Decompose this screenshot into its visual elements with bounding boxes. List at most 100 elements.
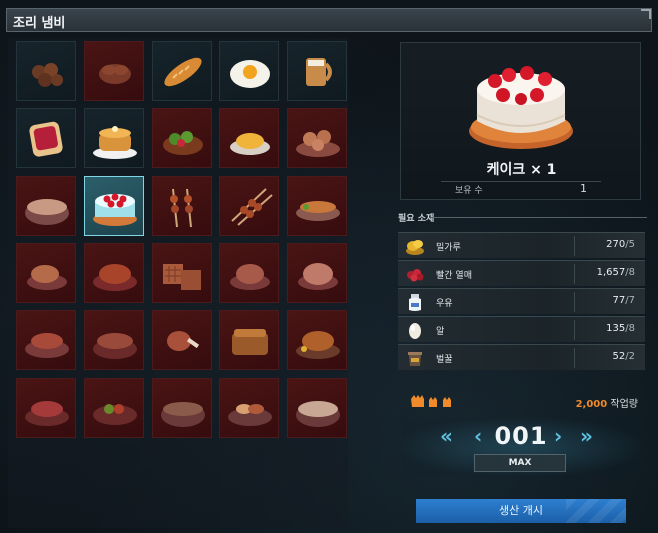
start-production-label: 생산 개시	[499, 504, 543, 517]
divider	[574, 348, 575, 368]
meat-plate-icon	[25, 333, 69, 358]
skewers-icon	[170, 188, 193, 228]
have-count: 135	[606, 323, 626, 334]
recipe-slot-roast-bird[interactable]	[84, 243, 144, 303]
recipe-slot-drumstick[interactable]	[152, 310, 212, 370]
cream-soup-icon	[296, 401, 340, 427]
recipe-slot-skewers[interactable]	[152, 176, 212, 236]
material-name: 벌꿀	[436, 355, 453, 365]
roast-chicken-leg-icon	[27, 265, 67, 290]
recipe-slot-fried-egg[interactable]	[219, 41, 279, 101]
decrease-button[interactable]: ‹	[474, 424, 482, 448]
window-title-bar: 조리 냄비	[6, 8, 652, 32]
material-qty: 77/7	[613, 295, 635, 306]
recipe-slot-steak[interactable]	[16, 378, 76, 438]
material-qty: 270/5	[606, 239, 635, 250]
steak-icon	[25, 401, 69, 426]
recipe-slot-baguette[interactable]	[152, 41, 212, 101]
recipe-slot-grilled-fish[interactable]	[287, 176, 347, 236]
salad-icon	[163, 131, 203, 155]
material-row: 벌꿀 52/2	[398, 344, 645, 370]
required-count: /8	[625, 323, 635, 334]
material-row: 알 135/8	[398, 316, 645, 342]
divider	[574, 264, 575, 284]
owned-value: 1	[580, 182, 587, 195]
grilled-fish-icon	[296, 201, 340, 221]
baguette-icon	[164, 57, 202, 87]
recipe-slot-ham[interactable]	[287, 243, 347, 303]
button-stripe	[566, 499, 626, 523]
material-qty: 52/2	[613, 351, 635, 362]
stew-pot-icon	[93, 333, 137, 359]
recipe-slot-bread-rolls[interactable]	[287, 108, 347, 168]
pancakes-icon	[93, 126, 137, 159]
material-row: 빨간 열매 1,657/8	[398, 260, 645, 286]
materials-title: 필요 소재	[398, 214, 435, 224]
corner-ornament	[641, 9, 651, 19]
preview-name: 케이크 × 1	[486, 162, 557, 178]
material-name: 빨간 열매	[436, 271, 472, 281]
recipe-slot-jam-toast[interactable]	[16, 108, 76, 168]
material-row: 밀가루 270/5	[398, 232, 645, 258]
waffles-icon	[163, 264, 201, 290]
have-count: 270	[606, 239, 626, 250]
bread-rolls-icon	[296, 130, 340, 157]
window-title: 조리 냄비	[13, 16, 66, 31]
kebabs-icon	[231, 188, 273, 226]
start-production-button[interactable]: 생산 개시	[416, 499, 626, 523]
required-count: /8	[625, 267, 635, 278]
milk-icon	[409, 294, 421, 311]
egg-icon	[409, 323, 421, 339]
work-amount: 2,000 작업량	[410, 393, 640, 410]
drumstick-icon	[167, 331, 200, 351]
recipe-slot-salad[interactable]	[152, 108, 212, 168]
divider	[430, 217, 647, 218]
recipe-slot-chestnuts[interactable]	[16, 41, 76, 101]
increase-max-button[interactable]: »	[580, 424, 593, 448]
meat-cutlet-icon	[230, 264, 270, 290]
recipe-slot-omelette[interactable]	[219, 108, 279, 168]
recipe-slot-stew-pot[interactable]	[84, 310, 144, 370]
required-count: /5	[625, 239, 635, 250]
divider	[574, 236, 575, 256]
breakfast-plate-icon	[228, 404, 272, 426]
mushrooms-icon	[99, 64, 131, 84]
milk-mug-icon	[306, 58, 332, 86]
have-count: 1,657	[596, 267, 626, 278]
recipe-slot-pancakes[interactable]	[84, 108, 144, 168]
material-name: 우유	[436, 299, 453, 309]
soup-bowl-icon	[25, 199, 69, 225]
red-berry-icon	[407, 269, 424, 282]
recipe-slot-breakfast-plate[interactable]	[219, 378, 279, 438]
material-name: 알	[436, 327, 445, 337]
recipe-slot-roast-chicken-leg[interactable]	[16, 243, 76, 303]
recipe-slot-meat-pie[interactable]	[219, 310, 279, 370]
increase-button[interactable]: ›	[554, 424, 562, 448]
recipe-slot-meat-cutlet[interactable]	[219, 243, 279, 303]
cake-icon	[469, 66, 573, 149]
recipe-slot-soup-bowl[interactable]	[16, 176, 76, 236]
decrease-max-button[interactable]: «	[440, 424, 453, 448]
cake-icon	[93, 193, 137, 226]
work-hands-icon	[411, 395, 451, 407]
recipe-slot-milk-mug[interactable]	[287, 41, 347, 101]
recipe-slot-broth[interactable]	[152, 378, 212, 438]
work-number: 2,000	[575, 399, 608, 410]
ham-icon	[298, 263, 338, 290]
recipe-slot-meat-plate[interactable]	[16, 310, 76, 370]
recipe-slot-salad-bowl[interactable]	[84, 378, 144, 438]
chestnuts-icon	[32, 63, 63, 87]
jam-toast-icon	[29, 121, 63, 157]
recipe-slot-cream-soup[interactable]	[287, 378, 347, 438]
recipe-slot-cake[interactable]	[84, 176, 144, 236]
recipe-slot-waffles[interactable]	[152, 243, 212, 303]
recipe-preview: 케이크 × 1 보유 수 1	[400, 42, 641, 200]
flour-icon	[406, 240, 424, 255]
recipe-slot-mushrooms[interactable]	[84, 41, 144, 101]
roast-bird-icon	[93, 264, 137, 291]
materials-header: 필요 소재	[394, 211, 647, 224]
recipe-slot-kebabs[interactable]	[219, 176, 279, 236]
work-label: 작업량	[607, 399, 638, 410]
max-button[interactable]: MAX	[474, 454, 566, 472]
recipe-slot-roast-turkey[interactable]	[287, 310, 347, 370]
